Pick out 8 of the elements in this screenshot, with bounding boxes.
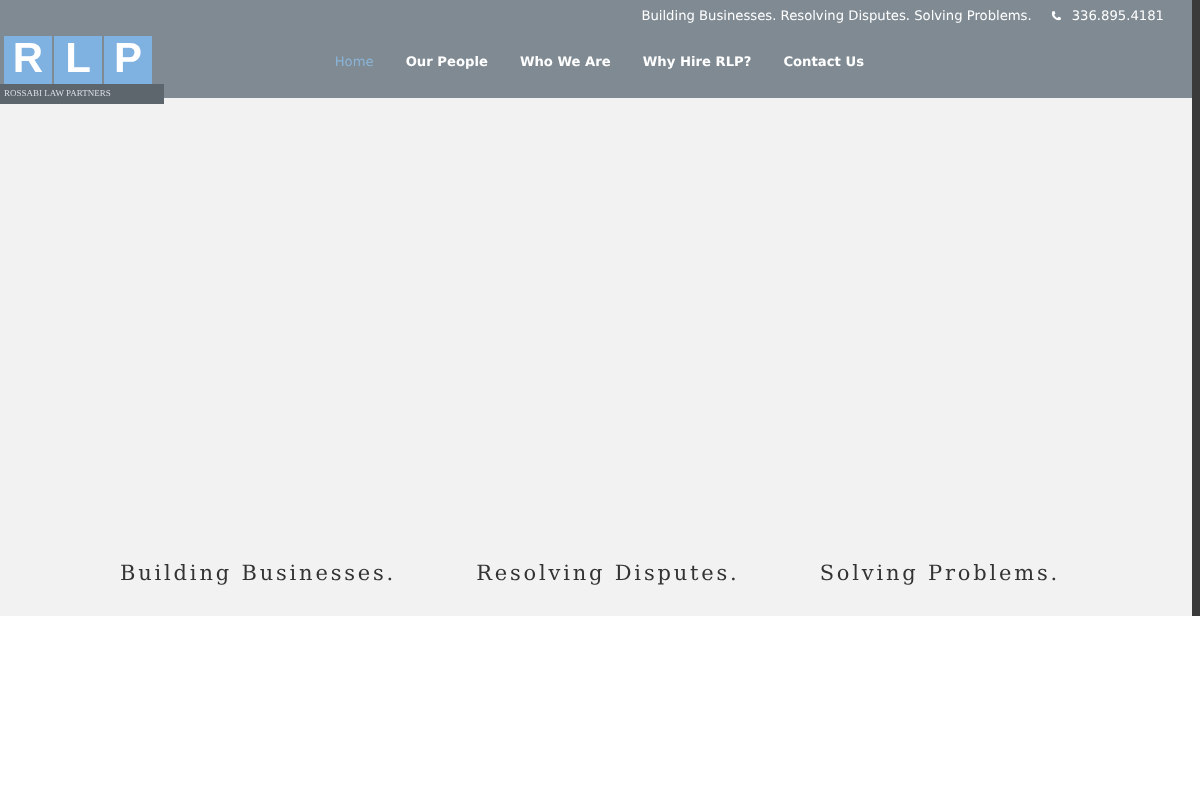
hero-slogan: Building Businesses. xyxy=(120,562,397,586)
hero-slogan: Solving Problems. xyxy=(819,562,1060,586)
phone-icon xyxy=(1049,10,1062,22)
scrollbar[interactable] xyxy=(1192,0,1200,616)
logo-letter: P xyxy=(104,36,152,84)
hero-slogan: Resolving Disputes. xyxy=(476,562,740,586)
logo-letter: R xyxy=(4,36,52,84)
logo-letter: L xyxy=(54,36,102,84)
